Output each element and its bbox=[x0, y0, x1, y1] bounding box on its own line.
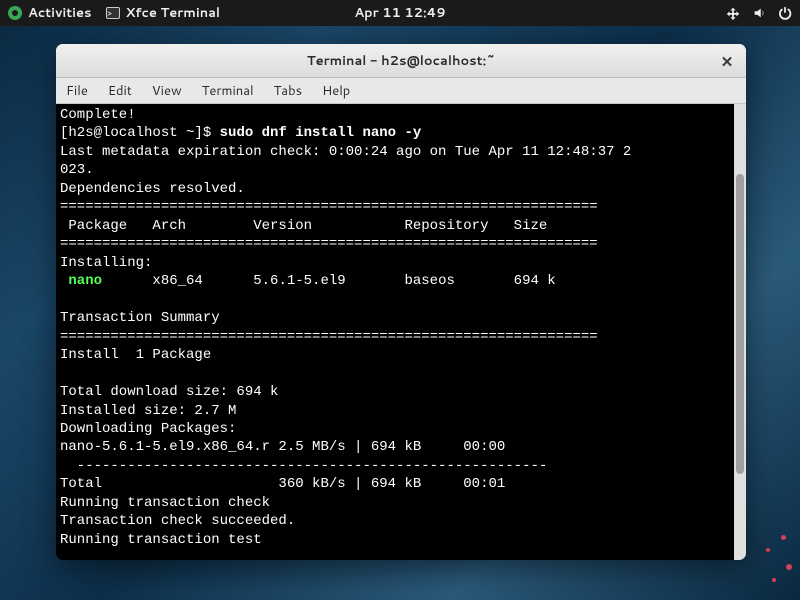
gnome-topbar: Activities Xfce Terminal Apr 11 12:49 bbox=[0, 0, 800, 26]
terminal-window: Terminal - h2s@localhost:~ ✕ File Edit V… bbox=[56, 44, 746, 560]
menu-edit[interactable]: Edit bbox=[98, 78, 142, 103]
system-tray bbox=[726, 6, 792, 20]
menu-file[interactable]: File bbox=[56, 78, 98, 103]
activities-icon bbox=[8, 6, 22, 20]
menubar: File Edit View Terminal Tabs Help bbox=[56, 78, 746, 104]
menu-tabs[interactable]: Tabs bbox=[264, 78, 312, 103]
close-icon: ✕ bbox=[721, 51, 734, 72]
scrollbar-thumb[interactable] bbox=[736, 174, 744, 474]
activities-button[interactable]: Activities bbox=[8, 4, 92, 22]
terminal-icon bbox=[106, 7, 120, 19]
window-title: Terminal - h2s@localhost:~ bbox=[307, 52, 495, 70]
close-button[interactable]: ✕ bbox=[718, 52, 736, 70]
scrollbar[interactable] bbox=[734, 104, 746, 560]
clock[interactable]: Apr 11 12:49 bbox=[354, 4, 445, 22]
clock-label: Apr 11 12:49 bbox=[354, 4, 445, 22]
window-titlebar[interactable]: Terminal - h2s@localhost:~ ✕ bbox=[56, 44, 746, 78]
power-icon[interactable] bbox=[778, 6, 792, 20]
menu-view[interactable]: View bbox=[142, 78, 192, 103]
volume-icon[interactable] bbox=[752, 6, 766, 20]
activities-label: Activities bbox=[28, 4, 92, 22]
app-menu-label: Xfce Terminal bbox=[126, 4, 221, 22]
menu-terminal[interactable]: Terminal bbox=[192, 78, 264, 103]
network-icon[interactable] bbox=[726, 6, 740, 20]
terminal-output[interactable]: Complete! [h2s@localhost ~]$ sudo dnf in… bbox=[56, 104, 734, 560]
menu-help[interactable]: Help bbox=[312, 78, 360, 103]
app-menu[interactable]: Xfce Terminal bbox=[106, 4, 221, 22]
